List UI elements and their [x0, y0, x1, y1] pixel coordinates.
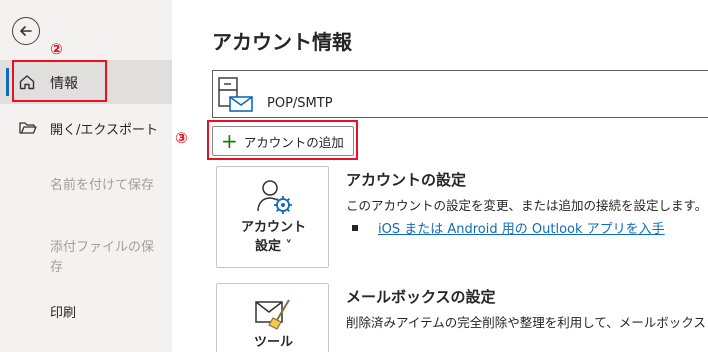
- sidebar-item-print[interactable]: 印刷: [50, 302, 76, 321]
- sidebar-item-label: 開く/エクスポート: [50, 123, 158, 138]
- back-button[interactable]: [12, 17, 40, 45]
- account-mail-icon: [218, 77, 253, 112]
- outlook-app-link[interactable]: iOS または Android 用の Outlook アプリを入手: [378, 218, 665, 237]
- account-settings-tile-line1: アカウント: [240, 220, 306, 235]
- step-2-marker: ②: [50, 40, 63, 58]
- add-account-button[interactable]: + アカウントの追加: [212, 126, 354, 156]
- account-settings-description: このアカウントの設定を変更、または追加の接続を設定します。: [346, 198, 708, 213]
- account-settings-tile-line2: 設定 ˅: [254, 239, 293, 254]
- sidebar-item-open-export[interactable]: 開く/エクスポート: [0, 114, 172, 144]
- mailbox-broom-icon: [255, 299, 290, 330]
- add-account-label: アカウントの追加: [243, 134, 344, 150]
- page-title: アカウント情報: [212, 30, 352, 54]
- arrow-left-icon: [20, 26, 32, 36]
- active-indicator: [6, 68, 9, 96]
- mailbox-settings-tile[interactable]: ツール: [216, 283, 329, 352]
- mailbox-settings-description: 削除済みアイテムの完全削除や整理を利用して、メールボックス: [346, 315, 706, 330]
- sidebar: ② 情報 開く/エクスポート 名前を付けて保存 添付ファイルの保存 印刷: [0, 0, 172, 352]
- account-settings-heading: アカウントの設定: [346, 171, 467, 189]
- step-3-marker: ③: [175, 129, 188, 147]
- folder-open-icon: [19, 122, 37, 134]
- highlight-box-info: [12, 60, 107, 102]
- bullet-icon: [352, 225, 358, 231]
- sidebar-item-save-attachments: 添付ファイルの保存: [50, 240, 155, 275]
- mailbox-settings-heading: メールボックスの設定: [346, 288, 496, 306]
- mailbox-tile-label: ツール: [253, 335, 293, 350]
- sidebar-item-save-as: 名前を付けて保存: [50, 178, 155, 193]
- person-gear-icon: [257, 180, 292, 214]
- account-type-label: POP/SMTP: [267, 96, 333, 111]
- account-settings-tile[interactable]: アカウント 設定 ˅: [216, 166, 329, 268]
- plus-icon: +: [221, 129, 238, 153]
